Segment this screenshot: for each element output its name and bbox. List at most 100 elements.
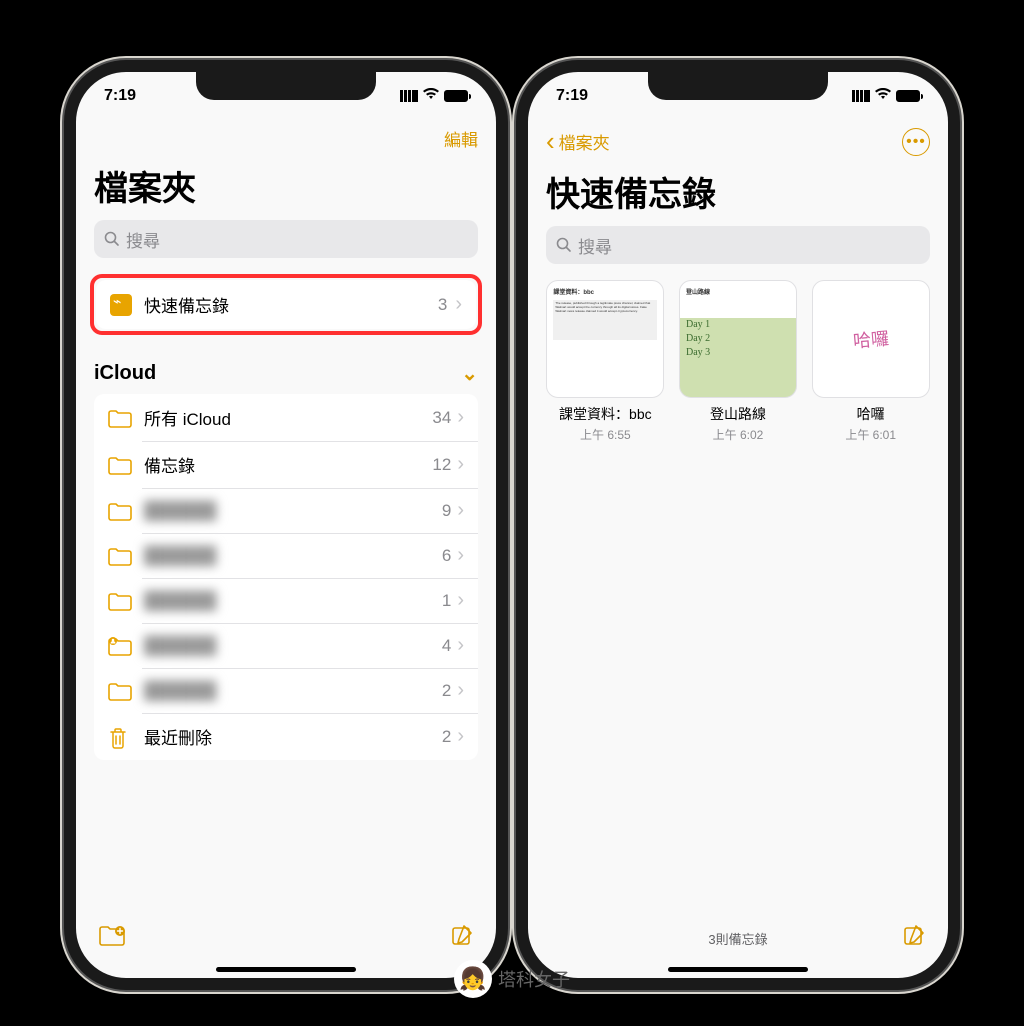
note-thumbnail: 哈囉 — [812, 280, 930, 398]
more-options-button[interactable]: ••• — [902, 128, 930, 156]
page-title: 檔案夾 — [76, 161, 496, 220]
note-time: 上午 6:02 — [713, 426, 764, 443]
navbar: ‹ 檔案夾 ••• — [528, 120, 948, 167]
folder-count: 2 — [442, 727, 451, 747]
search-input[interactable]: 搜尋 — [546, 226, 930, 264]
phone-notes-list-view: 7:19 ‹ 檔案夾 ••• 快速備忘錄 搜尋 課堂資料：bbc The rel… — [516, 60, 960, 990]
note-time: 上午 6:55 — [580, 426, 631, 443]
search-placeholder: 搜尋 — [578, 233, 612, 258]
folder-row[interactable]: 備忘錄 12 › — [94, 441, 478, 488]
folder-label: ██████ — [144, 546, 442, 566]
folder-count: 1 — [442, 591, 451, 611]
ellipsis-icon: ••• — [906, 133, 926, 151]
watermark: 👧 塔科女子 — [454, 960, 570, 998]
search-placeholder: 搜尋 — [126, 227, 160, 252]
section-title: iCloud — [94, 362, 156, 385]
folder-row[interactable]: ██████ 1 › — [94, 578, 478, 623]
folder-icon — [108, 591, 132, 611]
toolbar — [76, 909, 496, 968]
navbar: 編輯 — [76, 120, 496, 161]
chevron-right-icon: › — [457, 679, 464, 702]
toolbar: 3則備忘錄 — [528, 909, 948, 968]
folder-count: 4 — [442, 636, 451, 656]
folder-icon — [108, 681, 132, 701]
notes-grid: 課堂資料：bbc The release, published through … — [528, 280, 948, 443]
shared-folder-icon — [108, 636, 132, 656]
folder-list: 所有 iCloud 34 › 備忘錄 12 › ██████ 9 › █████… — [94, 394, 478, 760]
folder-row[interactable]: ██████ 2 › — [94, 668, 478, 713]
folder-icon — [108, 501, 132, 521]
home-indicator[interactable] — [216, 967, 356, 972]
cellular-signal-icon — [400, 90, 418, 102]
folder-row[interactable]: ██████ 6 › — [94, 533, 478, 578]
notes-count-label: 3則備忘錄 — [708, 929, 767, 948]
folder-icon — [108, 408, 132, 428]
compose-button[interactable] — [902, 923, 926, 954]
note-card[interactable]: 課堂資料：bbc The release, published through … — [546, 280, 665, 443]
chevron-right-icon: › — [455, 293, 462, 316]
chevron-right-icon: › — [457, 634, 464, 657]
folder-label: 備忘錄 — [144, 452, 432, 477]
folder-label: ██████ — [144, 591, 442, 611]
folder-count: 12 — [432, 455, 451, 475]
home-indicator[interactable] — [668, 967, 808, 972]
quicknote-icon — [110, 294, 132, 316]
folder-count: 2 — [442, 681, 451, 701]
note-card[interactable]: 登山路線 Day 1Day 2Day 3 登山路線 上午 6:02 — [679, 280, 798, 443]
folder-count: 9 — [442, 501, 451, 521]
folder-count: 34 — [432, 408, 451, 428]
battery-icon — [896, 90, 920, 102]
folder-label: 所有 iCloud — [144, 405, 432, 430]
notch — [196, 72, 376, 100]
compose-button[interactable] — [450, 923, 474, 954]
note-time: 上午 6:01 — [845, 426, 896, 443]
chevron-right-icon: › — [457, 406, 464, 429]
chevron-right-icon: › — [457, 725, 464, 748]
chevron-left-icon: ‹ — [546, 126, 555, 157]
trash-icon — [108, 727, 132, 747]
note-title: 登山路線 — [710, 404, 766, 424]
back-label: 檔案夾 — [559, 129, 610, 154]
battery-icon — [444, 90, 468, 102]
status-time: 7:19 — [556, 87, 588, 105]
folder-icon — [108, 546, 132, 566]
watermark-avatar-icon: 👧 — [454, 960, 492, 998]
chevron-right-icon: › — [457, 499, 464, 522]
page-title: 快速備忘錄 — [528, 167, 948, 226]
folder-icon — [108, 455, 132, 475]
note-title: 課堂資料：bbc — [559, 404, 652, 424]
wifi-icon — [874, 87, 892, 105]
folder-label: ██████ — [144, 681, 442, 701]
icloud-section-header[interactable]: iCloud ⌄ — [76, 351, 496, 394]
quicknote-folder-row[interactable]: 快速備忘錄 3 › — [96, 280, 476, 329]
folder-label: ██████ — [144, 501, 442, 521]
folder-label: 最近刪除 — [144, 724, 442, 749]
quicknote-count: 3 — [438, 295, 447, 315]
cellular-signal-icon — [852, 90, 870, 102]
folder-row[interactable]: 最近刪除 2 › — [94, 713, 478, 760]
highlight-annotation: 快速備忘錄 3 › — [90, 274, 482, 335]
note-thumbnail: 登山路線 Day 1Day 2Day 3 — [679, 280, 797, 398]
folder-count: 6 — [442, 546, 451, 566]
watermark-text: 塔科女子 — [498, 966, 570, 992]
quicknote-label: 快速備忘錄 — [144, 292, 438, 317]
folder-row[interactable]: ██████ 9 › — [94, 488, 478, 533]
back-button[interactable]: ‹ 檔案夾 — [546, 126, 610, 157]
note-title: 哈囉 — [857, 404, 885, 424]
chevron-right-icon: › — [457, 453, 464, 476]
chevron-right-icon: › — [457, 544, 464, 567]
search-input[interactable]: 搜尋 — [94, 220, 478, 258]
wifi-icon — [422, 87, 440, 105]
notch — [648, 72, 828, 100]
folder-label: ██████ — [144, 636, 442, 656]
status-time: 7:19 — [104, 87, 136, 105]
phone-folders-view: 7:19 編輯 檔案夾 搜尋 快速備忘錄 3 › iCloud ⌄ 所有 iCl… — [64, 60, 508, 990]
note-thumbnail: 課堂資料：bbc The release, published through … — [546, 280, 664, 398]
folder-row[interactable]: ██████ 4 › — [94, 623, 478, 668]
edit-button[interactable]: 編輯 — [444, 126, 478, 151]
folder-row[interactable]: 所有 iCloud 34 › — [94, 394, 478, 441]
chevron-right-icon: › — [457, 589, 464, 612]
note-card[interactable]: 哈囉 哈囉 上午 6:01 — [811, 280, 930, 443]
chevron-down-icon: ⌄ — [461, 361, 478, 386]
new-folder-button[interactable] — [98, 923, 126, 954]
